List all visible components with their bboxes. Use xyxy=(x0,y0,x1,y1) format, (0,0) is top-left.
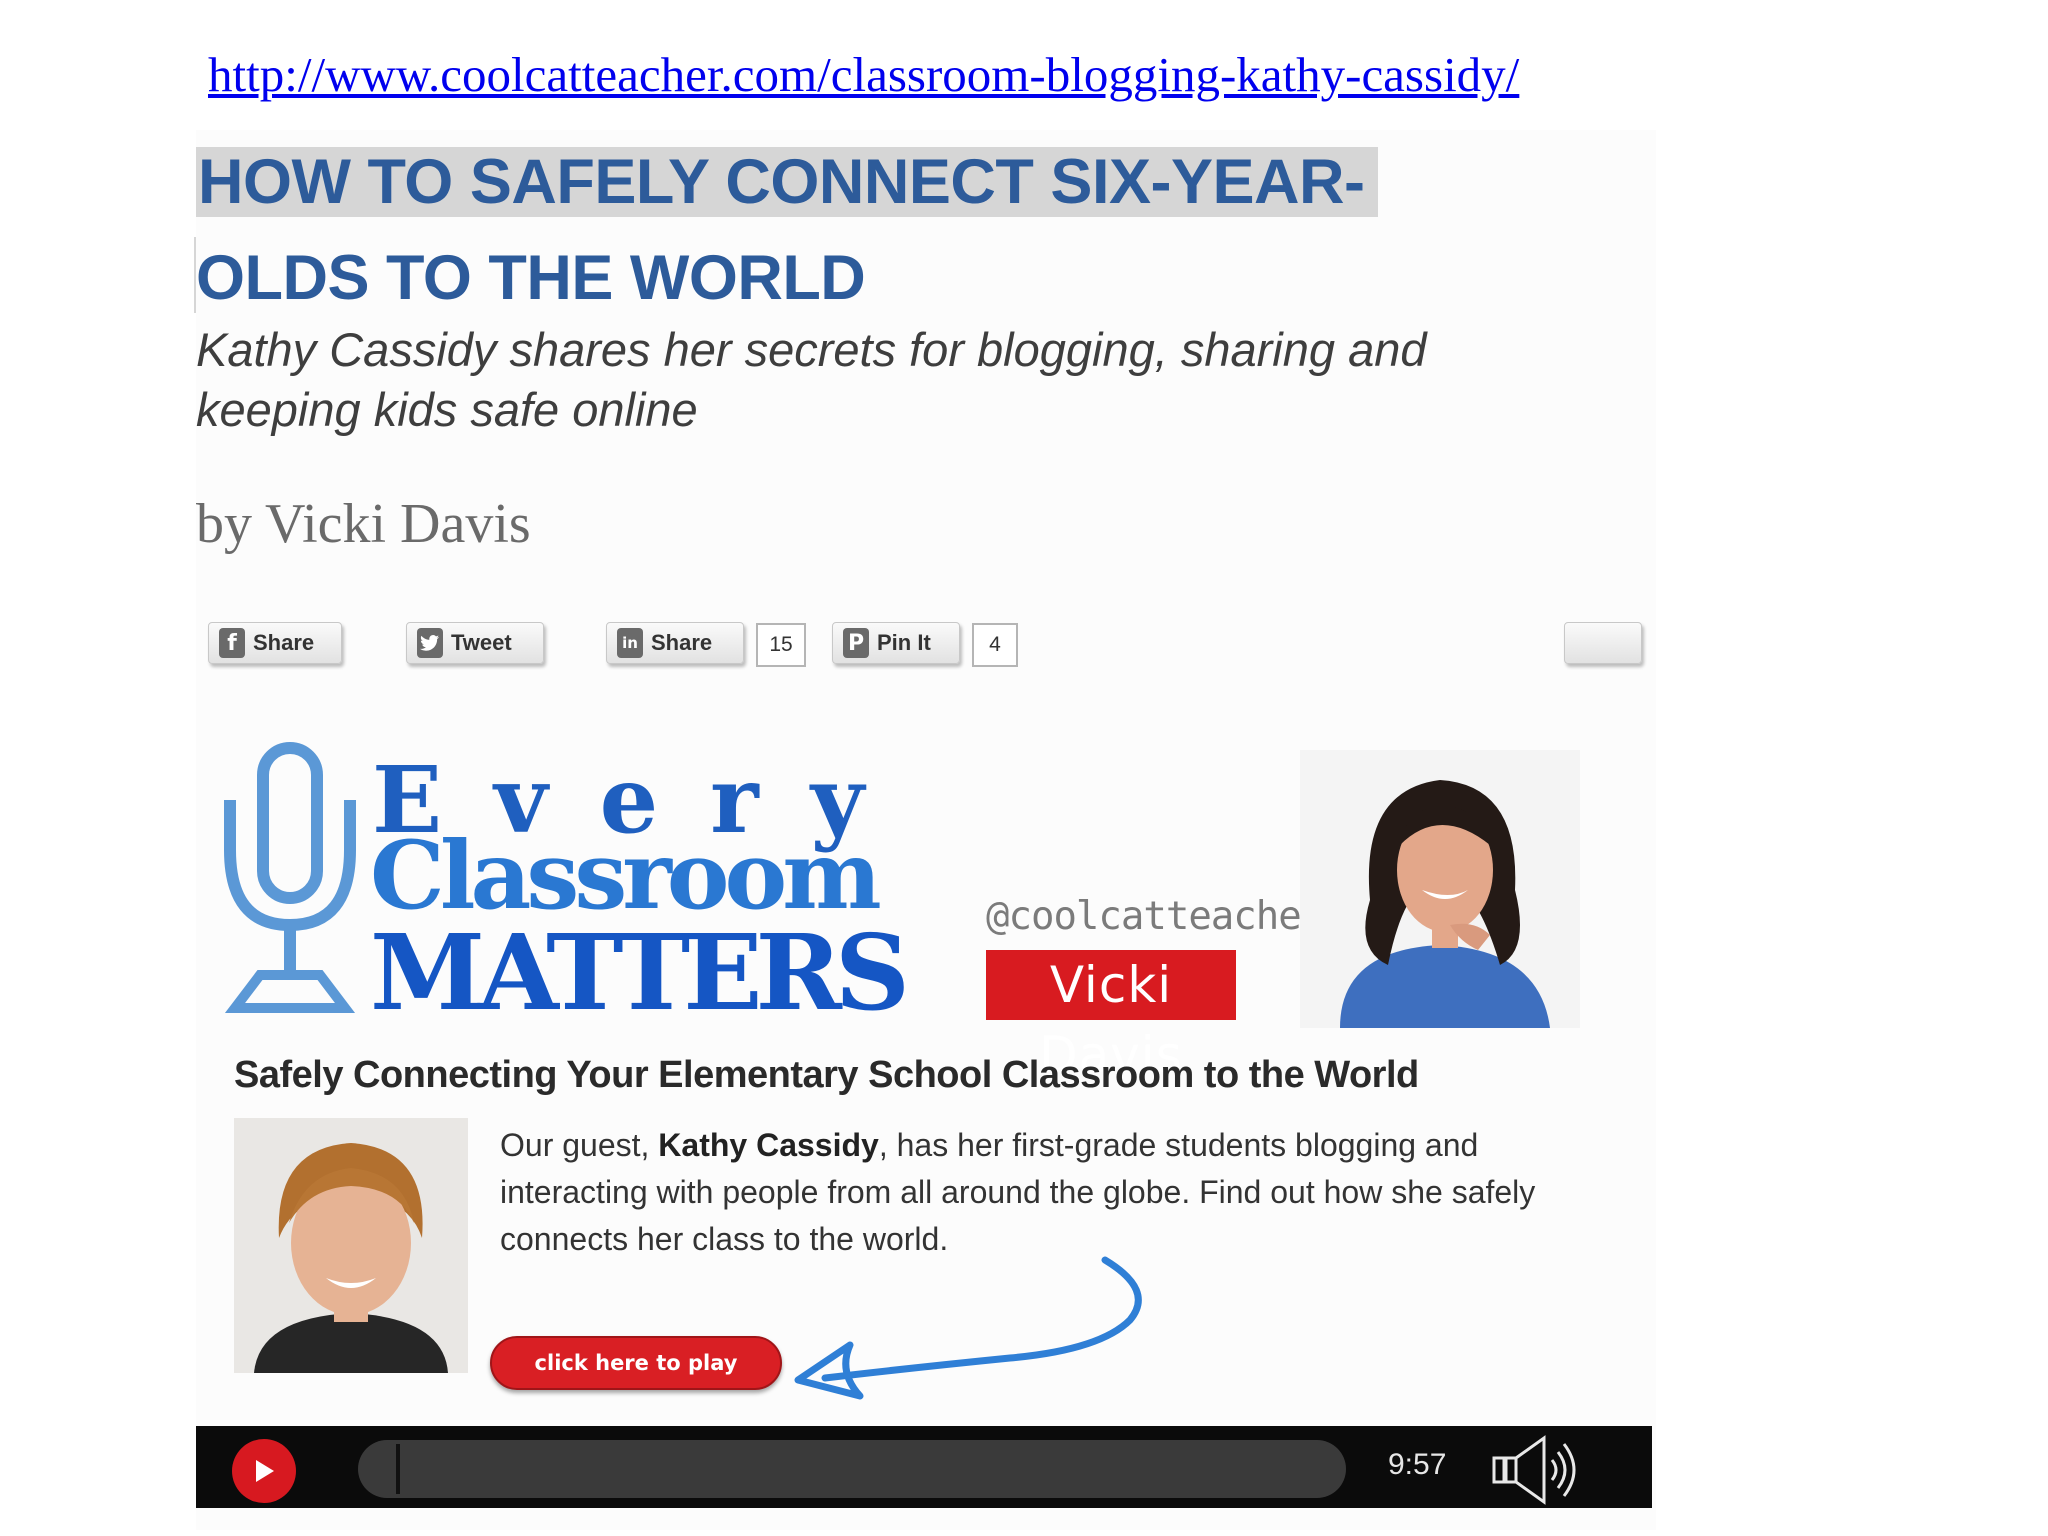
share-bar: f Share Tweet in Share 15 P Pin It 4 xyxy=(0,622,2048,672)
guest-name: Kathy Cassidy xyxy=(658,1127,879,1163)
article-headline: HOW TO SAFELY CONNECT SIX-YEAR- OLDS TO … xyxy=(196,134,1526,326)
pinterest-pin-button[interactable]: P Pin It xyxy=(832,622,960,664)
audio-player: 9:57 xyxy=(196,1426,1652,1508)
host-photo xyxy=(1300,750,1580,1028)
duration-label: 9:57 xyxy=(1388,1448,1447,1481)
pinterest-count: 4 xyxy=(972,623,1018,667)
episode-title: Safely Connecting Your Elementary School… xyxy=(234,1054,1419,1096)
click-to-play-button[interactable]: click here to play xyxy=(490,1336,782,1390)
linkedin-icon: in xyxy=(617,628,643,658)
progress-bar[interactable] xyxy=(358,1440,1346,1498)
facebook-share-label: Share xyxy=(253,630,315,655)
article-subtitle: Kathy Cassidy shares her secrets for blo… xyxy=(196,323,1427,436)
linkedin-share-label: Share xyxy=(651,630,713,655)
facebook-icon: f xyxy=(219,628,245,658)
linkedin-share-count: 15 xyxy=(756,623,806,667)
episode-desc-intro: Our guest, xyxy=(500,1127,659,1163)
share-more-button[interactable] xyxy=(1564,622,1642,664)
progress-playhead[interactable] xyxy=(396,1444,400,1494)
pinterest-icon: P xyxy=(843,628,869,658)
host-name-label: Vicki Davis xyxy=(986,950,1236,1084)
guest-photo xyxy=(234,1118,468,1373)
article-byline: by Vicki Davis xyxy=(196,493,531,555)
linkedin-share-button[interactable]: in Share xyxy=(606,622,744,664)
episode-description: Our guest, Kathy Cassidy, has her first-… xyxy=(500,1122,1580,1263)
host-handle: @coolcatteacher xyxy=(986,894,1324,939)
curved-arrow-icon xyxy=(794,1256,1142,1400)
play-icon xyxy=(256,1460,274,1482)
headline-line-1: HOW TO SAFELY CONNECT SIX-YEAR- xyxy=(196,147,1379,217)
pinterest-label: Pin It xyxy=(877,630,931,655)
microphone-icon xyxy=(224,742,356,1013)
tweet-label: Tweet xyxy=(451,630,512,655)
facebook-share-button[interactable]: f Share xyxy=(208,622,342,664)
podcast-banner: Every Classroom MATTERS @coolcatteacher … xyxy=(220,740,1580,1084)
article-url-link[interactable]: http://www.coolcatteacher.com/classroom-… xyxy=(208,46,1519,103)
headline-line-2: OLDS TO THE WORLD xyxy=(196,243,866,313)
twitter-icon xyxy=(417,628,443,658)
tweet-button[interactable]: Tweet xyxy=(406,622,544,664)
play-button[interactable] xyxy=(232,1439,296,1503)
volume-icon[interactable] xyxy=(1488,1434,1598,1506)
banner-matters-text: MATTERS xyxy=(370,911,910,1034)
